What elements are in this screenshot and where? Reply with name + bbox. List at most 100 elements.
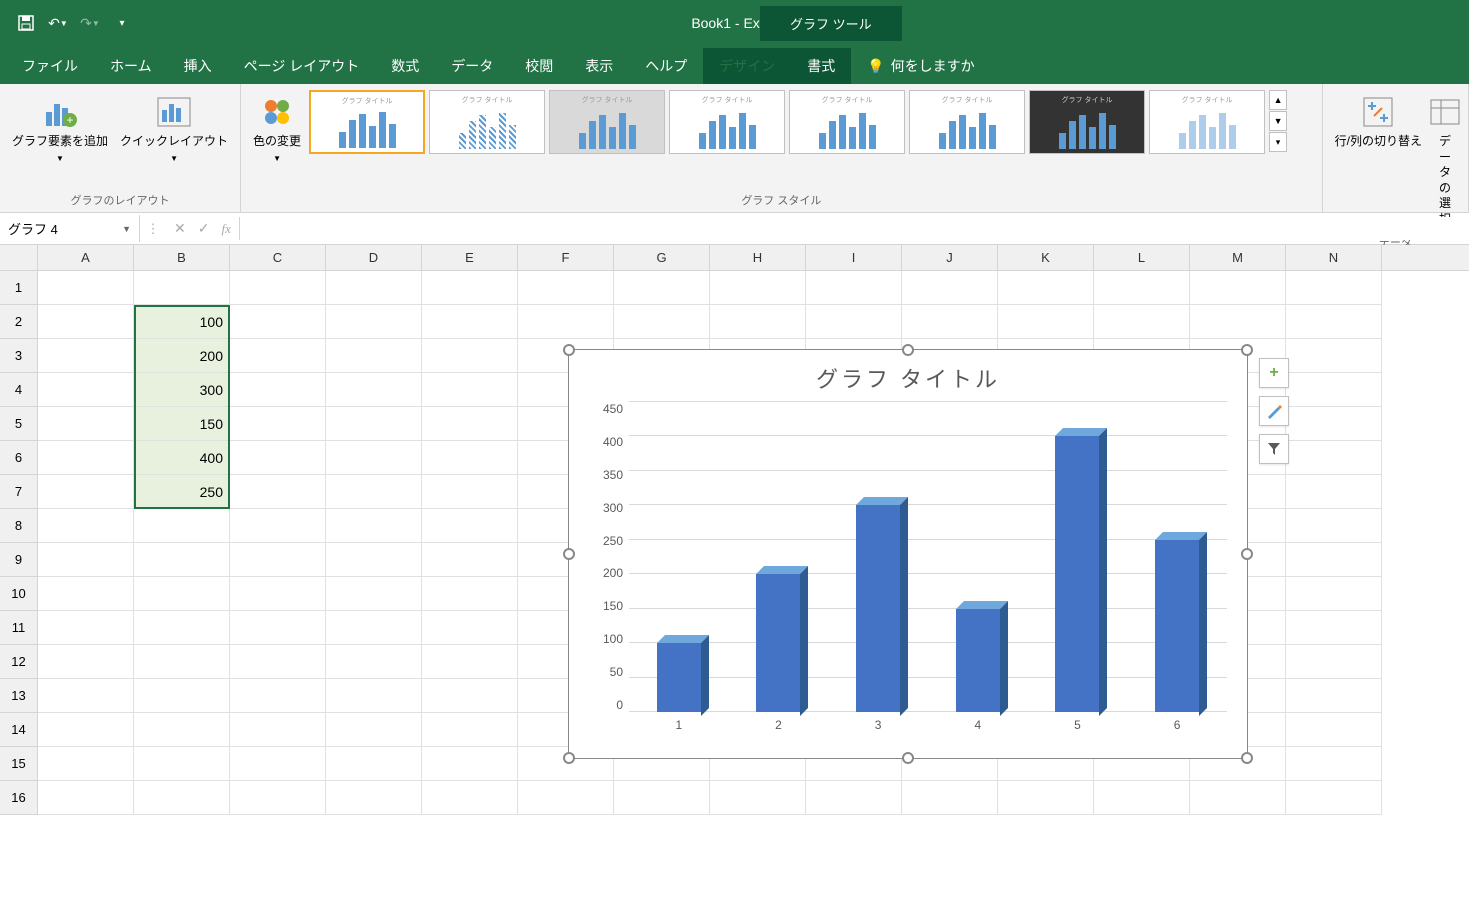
chart-style-thumb[interactable]: グラフ タイトル (549, 90, 665, 154)
cell[interactable] (230, 747, 326, 781)
row-header[interactable]: 8 (0, 509, 38, 543)
cell[interactable] (230, 305, 326, 339)
cell[interactable] (998, 781, 1094, 815)
cell[interactable] (422, 441, 518, 475)
cell[interactable]: 300 (134, 373, 230, 407)
cell[interactable] (230, 679, 326, 713)
column-header[interactable]: A (38, 245, 134, 270)
cell[interactable] (422, 271, 518, 305)
row-header[interactable]: 2 (0, 305, 38, 339)
cell[interactable] (1286, 271, 1382, 305)
cell[interactable] (422, 679, 518, 713)
cell[interactable] (710, 305, 806, 339)
tab-view[interactable]: 表示 (569, 48, 629, 84)
cell[interactable] (230, 543, 326, 577)
gallery-more-button[interactable]: ▾ (1269, 132, 1287, 152)
cell[interactable] (614, 271, 710, 305)
resize-handle-br[interactable] (1241, 752, 1253, 764)
tab-file[interactable]: ファイル (6, 48, 94, 84)
cell[interactable] (38, 611, 134, 645)
cell[interactable] (134, 781, 230, 815)
column-header[interactable]: G (614, 245, 710, 270)
select-all-corner[interactable] (0, 245, 38, 270)
select-data-button[interactable]: データの選択 (1430, 90, 1460, 232)
bar[interactable] (657, 643, 701, 712)
cell[interactable] (1286, 577, 1382, 611)
qat-customize[interactable]: ▾ (108, 9, 136, 37)
cell[interactable] (38, 645, 134, 679)
cell[interactable] (230, 339, 326, 373)
cell[interactable] (998, 305, 1094, 339)
cell[interactable] (38, 305, 134, 339)
cell[interactable] (134, 713, 230, 747)
cell[interactable] (1286, 679, 1382, 713)
tell-me-search[interactable]: 💡 何をしますか (851, 48, 990, 84)
bar[interactable] (756, 574, 800, 712)
cell[interactable] (38, 679, 134, 713)
cell[interactable] (38, 781, 134, 815)
resize-handle-bm[interactable] (902, 752, 914, 764)
enter-formula-button[interactable]: ✓ (198, 220, 210, 237)
row-header[interactable]: 5 (0, 407, 38, 441)
cell[interactable] (134, 747, 230, 781)
change-colors-button[interactable]: 色の変更 ▼ (249, 90, 305, 168)
cell[interactable] (230, 713, 326, 747)
cell[interactable] (326, 339, 422, 373)
cell[interactable] (134, 679, 230, 713)
column-header[interactable]: J (902, 245, 998, 270)
cell[interactable] (422, 713, 518, 747)
row-header[interactable]: 4 (0, 373, 38, 407)
resize-handle-bl[interactable] (563, 752, 575, 764)
chart-filters-button[interactable] (1259, 434, 1289, 464)
cell[interactable]: 100 (134, 305, 230, 339)
cell[interactable] (1286, 373, 1382, 407)
chart-style-thumb[interactable]: グラフ タイトル (1029, 90, 1145, 154)
cell[interactable]: 200 (134, 339, 230, 373)
cell[interactable] (38, 713, 134, 747)
cell[interactable] (326, 271, 422, 305)
cell[interactable] (902, 781, 998, 815)
cell[interactable] (1286, 441, 1382, 475)
quick-layout-button[interactable]: クイックレイアウト ▼ (116, 90, 232, 168)
cell[interactable] (326, 509, 422, 543)
cell[interactable] (326, 475, 422, 509)
cell[interactable] (1286, 305, 1382, 339)
cell[interactable] (614, 305, 710, 339)
cell[interactable] (134, 645, 230, 679)
add-chart-element-button[interactable]: + グラフ要素を追加 ▼ (8, 90, 112, 168)
chart-plot-area[interactable]: 450400350300250200150100500 123456 (629, 402, 1227, 732)
cell[interactable] (902, 271, 998, 305)
resize-handle-ml[interactable] (563, 548, 575, 560)
column-header[interactable]: H (710, 245, 806, 270)
cell[interactable] (326, 747, 422, 781)
tab-help[interactable]: ヘルプ (629, 48, 703, 84)
cell[interactable] (326, 645, 422, 679)
gallery-up-button[interactable]: ▲ (1269, 90, 1287, 110)
column-header[interactable]: C (230, 245, 326, 270)
row-header[interactable]: 15 (0, 747, 38, 781)
cell[interactable] (422, 611, 518, 645)
tab-design[interactable]: デザイン (703, 48, 791, 84)
cell[interactable] (518, 271, 614, 305)
cell[interactable] (326, 577, 422, 611)
cell[interactable] (230, 441, 326, 475)
cell[interactable] (38, 577, 134, 611)
cell[interactable] (326, 373, 422, 407)
cell[interactable] (1286, 339, 1382, 373)
cell[interactable] (518, 305, 614, 339)
cell[interactable] (326, 611, 422, 645)
cell[interactable] (422, 747, 518, 781)
row-header[interactable]: 16 (0, 781, 38, 815)
column-header[interactable]: L (1094, 245, 1190, 270)
cell[interactable] (422, 645, 518, 679)
cell[interactable] (1094, 305, 1190, 339)
column-header[interactable]: N (1286, 245, 1382, 270)
cell[interactable] (230, 475, 326, 509)
chart-styles-button[interactable] (1259, 396, 1289, 426)
row-header[interactable]: 9 (0, 543, 38, 577)
cell[interactable] (422, 407, 518, 441)
cell[interactable]: 150 (134, 407, 230, 441)
cell[interactable] (134, 543, 230, 577)
cell[interactable] (1286, 747, 1382, 781)
cell[interactable] (422, 475, 518, 509)
